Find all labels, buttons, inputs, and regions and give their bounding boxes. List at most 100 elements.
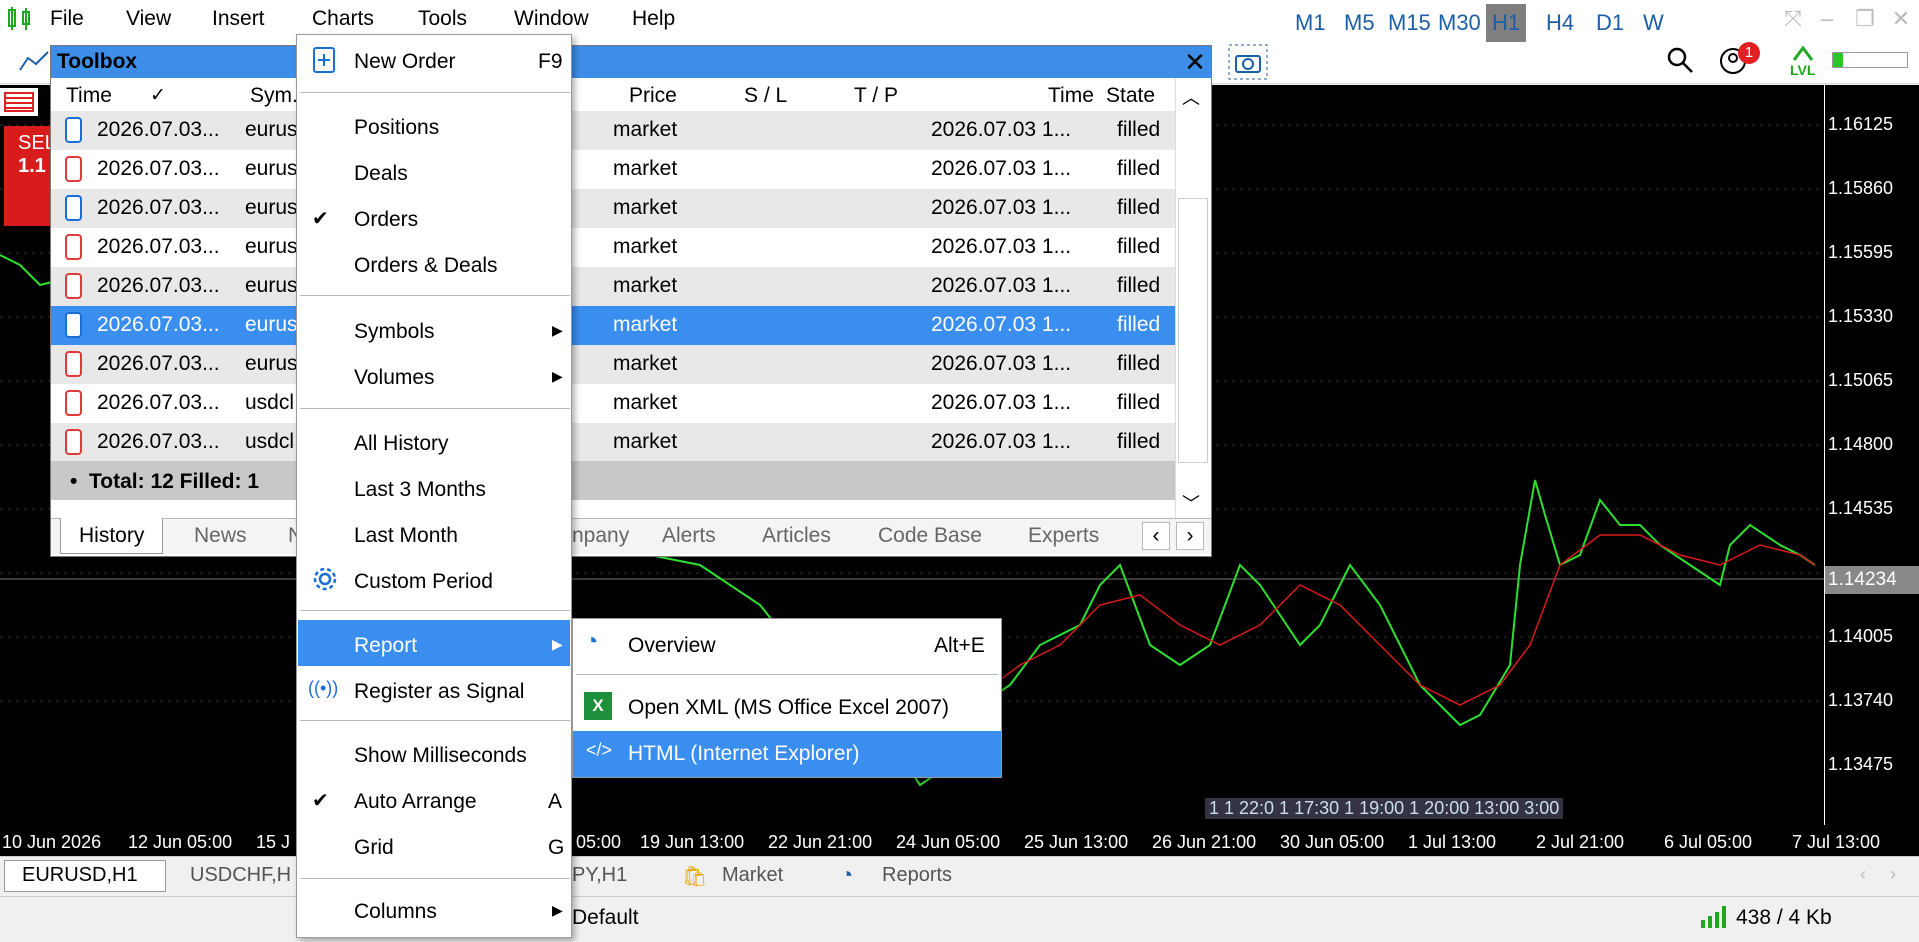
tab-company[interactable]: npany (572, 524, 629, 548)
table-row[interactable]: 2026.07.03... eurus market 2026.07.03 1.… (51, 189, 1175, 228)
table-row[interactable]: 2026.07.03... eurus market 2026.07.03 1.… (51, 228, 1175, 267)
menu-view[interactable]: View (126, 7, 171, 31)
table-row[interactable]: 2026.07.03... eurus market 2026.07.03 1.… (51, 111, 1175, 150)
col-sl[interactable]: S / L (744, 84, 787, 108)
menu-bar (0, 0, 1919, 38)
menu-last-3-months[interactable]: Last 3 Months (354, 478, 486, 502)
row-symbol: eurus (245, 196, 298, 219)
chart-line-icon[interactable] (18, 48, 52, 76)
menu-insert[interactable]: Insert (212, 7, 265, 31)
tab-history[interactable]: History (60, 518, 164, 554)
row-symbol: usdcl (245, 430, 295, 453)
menu-columns[interactable]: Columns (354, 900, 437, 924)
submenu-html[interactable]: HTML (Internet Explorer) (628, 742, 859, 766)
table-row[interactable]: 2026.07.03... eurus market 2026.07.03 1.… (51, 345, 1175, 384)
tab-code-base[interactable]: Code Base (878, 524, 982, 548)
connection-signal-icon (1701, 906, 1726, 928)
sell-button[interactable]: SEL 1.1 (4, 126, 56, 226)
col-tp[interactable]: T / P (854, 84, 898, 108)
tabs-scroll-right-icon[interactable]: › (1890, 864, 1896, 885)
timeframe-w[interactable]: W (1643, 10, 1664, 36)
lvl-arrow-icon[interactable] (1790, 42, 1816, 64)
row-price: market (613, 352, 678, 375)
menu-custom-period[interactable]: Custom Period (354, 570, 493, 594)
order-doc-icon (65, 351, 82, 377)
search-icon[interactable] (1666, 46, 1694, 74)
menu-orders-deals[interactable]: Orders & Deals (354, 254, 498, 278)
col-state[interactable]: State (1106, 84, 1155, 108)
order-doc-icon (65, 390, 82, 416)
screenshot-camera-icon[interactable] (1228, 44, 1268, 80)
timeframe-m30[interactable]: M30 (1438, 10, 1481, 36)
submenu-open-xml[interactable]: Open XML (MS Office Excel 2007) (628, 696, 949, 720)
menu-volumes[interactable]: Volumes (354, 366, 435, 390)
chart-tab-market[interactable]: Market (722, 864, 783, 887)
col-time2[interactable]: Time (1048, 84, 1094, 108)
time-tick: 6 Jul 05:00 (1664, 832, 1753, 852)
notification-badge: 1 (1738, 42, 1760, 64)
tab-articles[interactable]: Articles (762, 524, 831, 548)
row-state: filled (1117, 157, 1161, 180)
timeframe-h1[interactable]: H1 (1486, 4, 1527, 42)
menu-report-highlight[interactable] (298, 620, 570, 666)
toolbox-titlebar[interactable] (51, 46, 1211, 78)
table-row[interactable]: 2026.07.03... usdcl market 2026.07.03 1.… (51, 384, 1175, 423)
menu-tools[interactable]: Tools (418, 7, 467, 31)
menu-auto-arrange[interactable]: Auto Arrange (354, 790, 477, 814)
time-tick: 15 J (256, 832, 291, 852)
menu-orders[interactable]: Orders (354, 208, 418, 232)
menu-new-order[interactable]: New Order (354, 50, 456, 74)
tab-scroll-right-icon[interactable]: › (1176, 522, 1204, 550)
menu-report[interactable]: Report (354, 634, 417, 658)
menu-all-history[interactable]: All History (354, 432, 449, 456)
column-header-row (51, 78, 1175, 112)
timeframe-m5[interactable]: M5 (1344, 10, 1375, 36)
timeframe-m1[interactable]: M1 (1295, 10, 1326, 36)
timeframe-h4[interactable]: H4 (1546, 10, 1574, 36)
scroll-down-icon[interactable]: ﹀ (1182, 490, 1200, 516)
menu-file[interactable]: File (50, 7, 84, 31)
menu-deals[interactable]: Deals (354, 162, 408, 186)
tabs-scroll-left-icon[interactable]: ‹ (1860, 864, 1866, 885)
menu-charts[interactable]: Charts (312, 7, 374, 31)
menu-positions[interactable]: Positions (354, 116, 439, 140)
menu-grid[interactable]: Grid (354, 836, 394, 860)
submenu-overview[interactable]: Overview (628, 634, 716, 658)
timeframe-d1[interactable]: D1 (1596, 10, 1624, 36)
time-tick: 22 Jun 21:00 (768, 832, 873, 852)
col-time[interactable]: Time (66, 84, 112, 108)
menu-register-signal[interactable]: Register as Signal (354, 680, 524, 704)
tab-news[interactable]: News (194, 524, 247, 548)
scroll-up-icon[interactable]: ︿ (1182, 84, 1200, 110)
menu-window[interactable]: Window (514, 7, 589, 31)
scroll-thumb[interactable] (1178, 198, 1208, 463)
table-row[interactable]: 2026.07.03... eurus market 2026.07.03 1.… (51, 267, 1175, 306)
time-tick: 7 Jul 13:00 (1792, 832, 1881, 852)
menu-last-month[interactable]: Last Month (354, 524, 458, 548)
tab-scroll-left-icon[interactable]: ‹ (1142, 522, 1170, 550)
chart-tab-usdchf[interactable]: USDCHF,H (190, 864, 291, 887)
menu-symbols[interactable]: Symbols (354, 320, 435, 344)
tab-alerts[interactable]: Alerts (662, 524, 716, 548)
restore-icon[interactable]: ❐ (1850, 4, 1880, 34)
close-window-icon[interactable]: ✕ (1886, 4, 1916, 34)
row-time: 2026.07.03... (97, 313, 220, 336)
chart-tab-reports[interactable]: Reports (882, 864, 952, 887)
row-time2: 2026.07.03 1... (931, 391, 1072, 414)
one-click-trading-icon[interactable] (0, 88, 38, 116)
col-price[interactable]: Price (629, 84, 677, 108)
menu-separator (300, 720, 570, 721)
menu-help[interactable]: Help (632, 7, 675, 31)
table-row[interactable]: 2026.07.03... usdcl market 2026.07.03 1.… (51, 423, 1175, 462)
toolbox-close-icon[interactable]: ✕ (1180, 46, 1210, 78)
minimize-icon[interactable]: – (1812, 4, 1842, 34)
menu-show-milliseconds[interactable]: Show Milliseconds (354, 744, 527, 768)
timeframe-m15[interactable]: M15 (1388, 10, 1431, 36)
table-row-selected[interactable]: 2026.07.03... eurus market 2026.07.03 1.… (51, 306, 1175, 345)
row-price: market (613, 391, 678, 414)
tab-experts[interactable]: Experts (1028, 524, 1099, 548)
time-tick: 2 Jul 21:00 (1536, 832, 1625, 852)
pin-icon[interactable]: ⤧ (1778, 4, 1808, 34)
chart-tab-jpy[interactable]: PY,H1 (572, 864, 627, 887)
table-row[interactable]: 2026.07.03... eurus market 2026.07.03 1.… (51, 150, 1175, 189)
